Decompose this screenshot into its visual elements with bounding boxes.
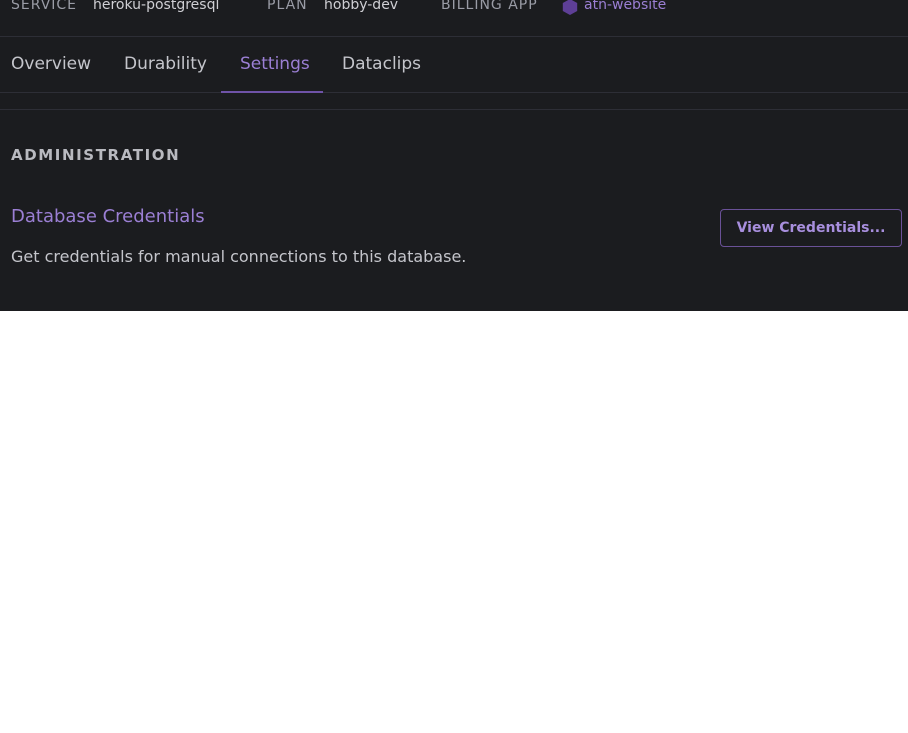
database-credentials-title: Database Credentials [11, 206, 205, 227]
active-tab-indicator [221, 91, 323, 93]
billing-app-label: BILLING APP [441, 0, 538, 13]
addon-tabs: Overview Durability Settings Dataclips [0, 37, 908, 93]
addon-panel: SERVICE heroku-postgresql PLAN hobby-dev… [0, 0, 908, 311]
hexagon-app-icon [562, 0, 578, 15]
tab-overview[interactable]: Overview [11, 37, 91, 91]
service-label: SERVICE [11, 0, 78, 13]
billing-app-link[interactable]: atn-website [584, 0, 666, 17]
tab-dataclips[interactable]: Dataclips [342, 37, 421, 91]
tab-durability[interactable]: Durability [124, 37, 207, 91]
database-credentials-description: Get credentials for manual connections t… [11, 247, 467, 266]
plan-label: PLAN [267, 0, 308, 13]
addon-meta-row: SERVICE heroku-postgresql PLAN hobby-dev… [0, 0, 908, 37]
section-divider [0, 109, 908, 110]
plan-value: hobby-dev [324, 0, 399, 13]
view-credentials-button[interactable]: View Credentials... [720, 209, 902, 247]
tab-settings[interactable]: Settings [240, 37, 310, 91]
service-value: heroku-postgresql [93, 0, 220, 13]
administration-heading: ADMINISTRATION [11, 146, 181, 164]
